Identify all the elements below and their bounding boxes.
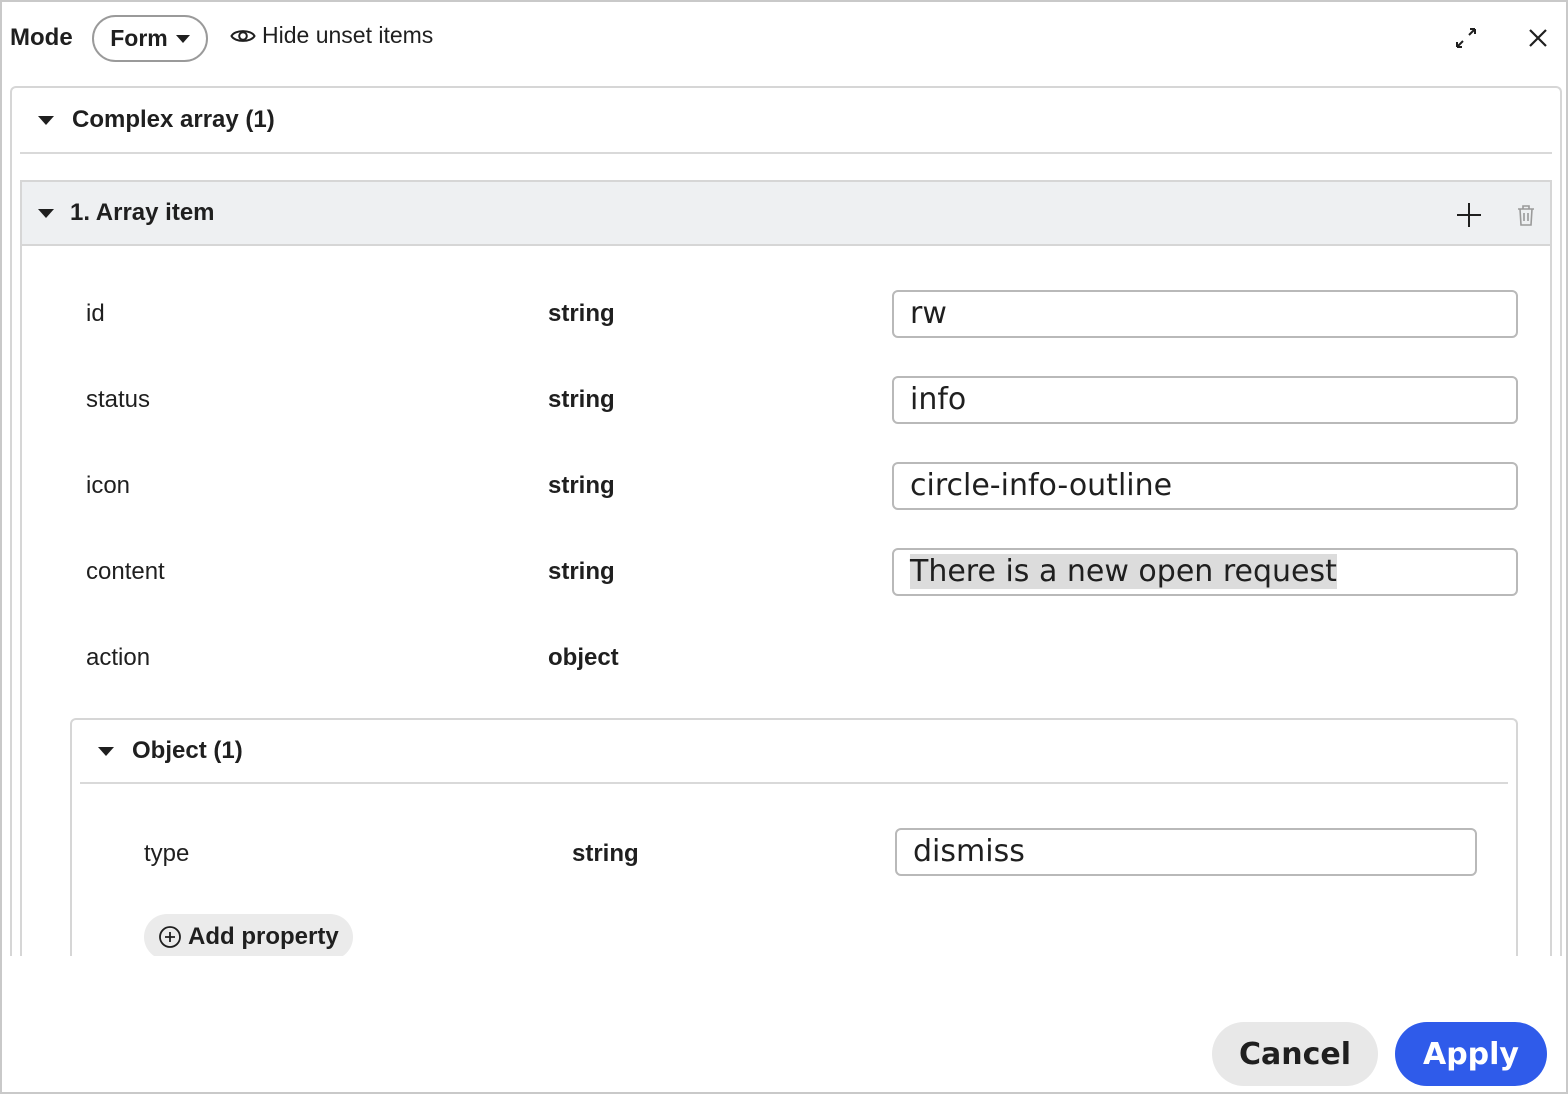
expand-icon[interactable]	[1452, 24, 1480, 52]
property-row-id: id string rw	[22, 290, 1550, 338]
editor-dialog: Mode Form Hide unset items Complex array…	[0, 0, 1568, 1094]
collapse-triangle-icon	[98, 746, 114, 756]
apply-button[interactable]: Apply	[1395, 1022, 1547, 1086]
close-icon[interactable]	[1524, 24, 1552, 52]
id-field[interactable]: rw	[892, 290, 1518, 338]
array-item-header[interactable]: 1. Array item	[22, 182, 1550, 246]
collapse-triangle-icon	[38, 208, 54, 218]
collapse-triangle-icon	[38, 115, 54, 125]
eye-icon	[230, 29, 256, 42]
type-field[interactable]: dismiss	[895, 828, 1477, 876]
add-property-label: Add property	[188, 923, 339, 950]
form-content[interactable]: Complex array (1) 1. Array item id strin…	[10, 86, 1562, 956]
property-name: content	[86, 558, 165, 585]
property-type: string	[548, 472, 615, 499]
property-type: string	[548, 386, 615, 413]
icon-field[interactable]: circle-info-outline	[892, 462, 1518, 510]
array-item-panel: 1. Array item id string rw status string…	[20, 180, 1552, 956]
add-icon[interactable]	[1454, 200, 1484, 230]
property-type: string	[572, 840, 639, 867]
property-row-action: action object	[22, 634, 1550, 682]
property-type: object	[548, 644, 619, 671]
add-property-button[interactable]: Add property	[144, 914, 353, 956]
property-name: status	[86, 386, 151, 413]
property-row-icon: icon string circle-info-outline	[22, 462, 1550, 510]
property-name: type	[144, 840, 190, 867]
property-row-status: status string info	[22, 376, 1550, 424]
property-row-content: content string There is a new open reque…	[22, 548, 1550, 596]
property-name: icon	[86, 472, 131, 499]
property-type: string	[548, 558, 615, 585]
status-field[interactable]: info	[892, 376, 1518, 424]
caret-down-icon	[175, 34, 190, 43]
toolbar: Mode Form Hide unset items	[2, 2, 1566, 78]
cancel-button[interactable]: Cancel	[1212, 1022, 1378, 1086]
property-type: string	[548, 300, 615, 327]
mode-value: Form	[110, 25, 168, 51]
complex-array-header[interactable]: Complex array (1)	[20, 88, 1552, 154]
object-header[interactable]: Object (1)	[80, 720, 1508, 784]
property-row-type: type string dismiss	[72, 828, 1512, 876]
selected-text: There is a new open request	[910, 554, 1337, 589]
property-name: action	[86, 644, 151, 671]
trash-icon[interactable]	[1514, 202, 1538, 228]
hide-unset-label: Hide unset items	[262, 22, 434, 48]
mode-label: Mode	[10, 24, 73, 51]
array-item-title: 1. Array item	[70, 199, 215, 226]
content-field[interactable]: There is a new open request	[892, 548, 1518, 596]
plus-circle-icon	[159, 926, 181, 948]
object-title: Object (1)	[132, 737, 243, 764]
complex-array-title: Complex array (1)	[72, 106, 275, 133]
mode-dropdown[interactable]: Form	[92, 15, 208, 62]
hide-unset-toggle[interactable]: Hide unset items	[230, 22, 433, 49]
object-panel: Object (1) type string dismiss Add prope…	[70, 718, 1518, 956]
property-name: id	[86, 300, 105, 327]
